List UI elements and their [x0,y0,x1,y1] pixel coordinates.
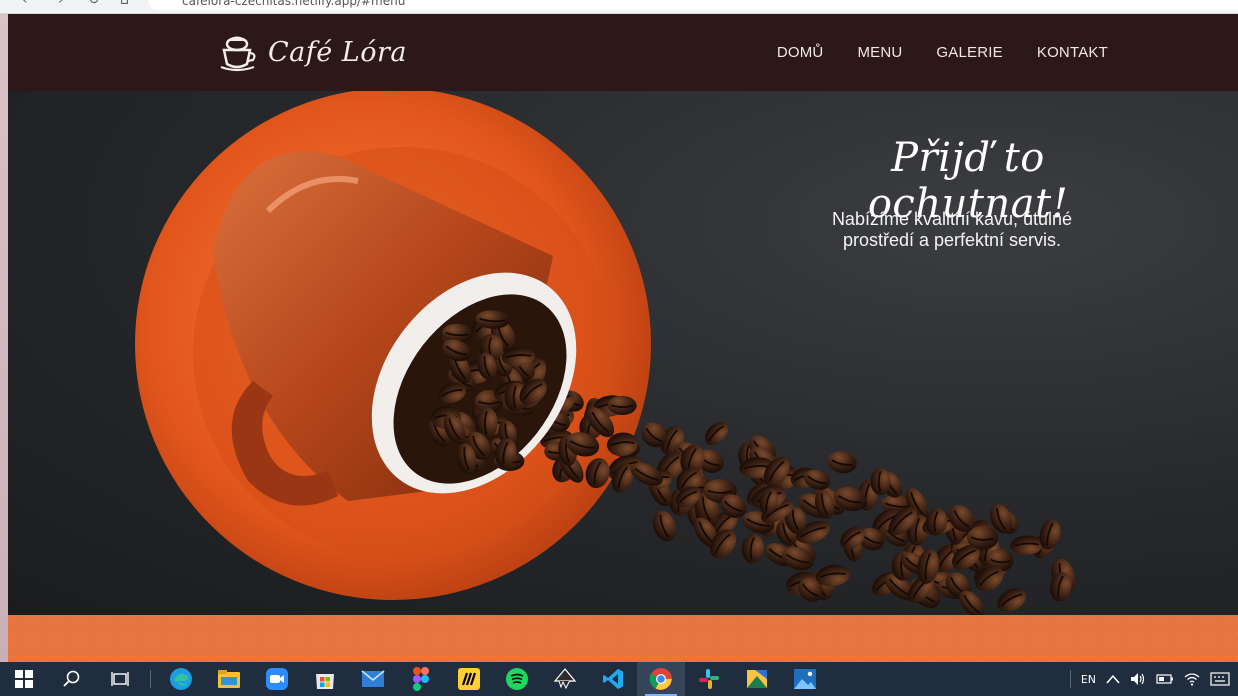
microsoft-store-icon [316,674,334,689]
coffee-bean [741,533,764,563]
hero-subtitle: Nabízíme kvalitní kávu, útulné prostředí… [808,209,1096,251]
taskbar-store[interactable] [301,662,349,696]
desktop-edge [0,14,8,662]
nav-link-kontakt[interactable]: KONTAKT [1037,44,1108,61]
taskbar-slack[interactable] [685,662,733,696]
coffee-cup-logo-icon [220,36,256,72]
back-icon[interactable]: ‹ [22,0,28,8]
language-indicator[interactable]: EN [1081,673,1096,686]
next-section-band [8,615,1238,662]
site-header: Café Lóra DOMŮ MENU GALERIE KONTAKT [8,14,1238,91]
coffee-bean [827,451,857,474]
volume-icon[interactable] [1130,672,1146,686]
system-tray: EN [1069,662,1238,696]
nav-link-galerie[interactable]: GALERIE [936,44,1002,61]
taskbar-file-explorer[interactable] [205,662,253,696]
battery-icon[interactable] [1156,673,1174,685]
brand-name: Café Lóra [268,36,407,68]
hero-section: Přijď to ochutnat! Nabízíme kvalitní káv… [8,91,1238,615]
chevron-up-icon[interactable] [1106,674,1120,684]
spotify-icon [506,668,528,690]
taskbar-miro[interactable] [445,662,493,696]
taskbar-figma[interactable] [397,662,445,696]
chrome-icon [649,668,672,690]
edge-icon [170,668,192,690]
task-view-button[interactable] [96,662,144,696]
main-nav: DOMŮ MENU GALERIE KONTAKT [777,44,1108,61]
taskbar-spotify[interactable] [493,662,541,696]
screen: ‹ › ↻ ⌂ cafelora-czechitas.netlify.app/#… [0,0,1238,696]
inkscape-icon [553,668,577,690]
address-bar-url: cafelora-czechitas.netlify.app/#menu [182,0,406,8]
taskbar-inkscape[interactable] [541,662,589,696]
figma-icon [413,667,429,691]
start-button[interactable] [0,662,48,696]
coffee-bean [997,588,1027,612]
search-icon [63,670,80,687]
reload-icon[interactable]: ↻ [88,0,100,8]
forward-icon[interactable]: › [58,0,64,8]
nav-link-domu[interactable]: DOMŮ [777,44,824,61]
taskbar-divider [150,670,151,688]
taskbar-chrome[interactable] [637,662,685,696]
mail-icon [361,670,385,687]
zoom-icon [266,668,288,690]
home-icon[interactable]: ⌂ [120,0,129,8]
taskbar-zoom[interactable] [253,662,301,696]
windows-taskbar: EN [0,662,1238,696]
coffee-bean [705,421,729,446]
file-explorer-icon [218,670,240,688]
sketch-icon [747,670,767,688]
taskbar-edge[interactable] [157,662,205,696]
taskbar-vscode[interactable] [589,662,637,696]
search-button[interactable] [48,662,96,696]
logo-link[interactable]: Café Lóra [220,32,407,72]
browser-toolbar: ‹ › ↻ ⌂ cafelora-czechitas.netlify.app/#… [0,0,1238,14]
hero-subtitle-line-1: Nabízíme kvalitní kávu, útulné [831,209,1073,229]
taskbar-photos[interactable] [781,662,829,696]
windows-start-icon [15,670,33,688]
taskbar-sketch[interactable] [733,662,781,696]
nav-link-menu[interactable]: MENU [857,44,902,61]
miro-icon [458,668,480,690]
photos-icon [794,669,816,689]
wifi-icon[interactable] [1184,672,1200,686]
task-view-icon [111,672,129,686]
vscode-icon [603,669,623,689]
hero-subtitle-line-2: prostředí a perfektní servis. [842,230,1062,250]
slack-icon [699,669,719,689]
keyboard-icon[interactable] [1210,672,1230,686]
taskbar-mail[interactable] [349,662,397,696]
tray-divider [1069,670,1071,688]
